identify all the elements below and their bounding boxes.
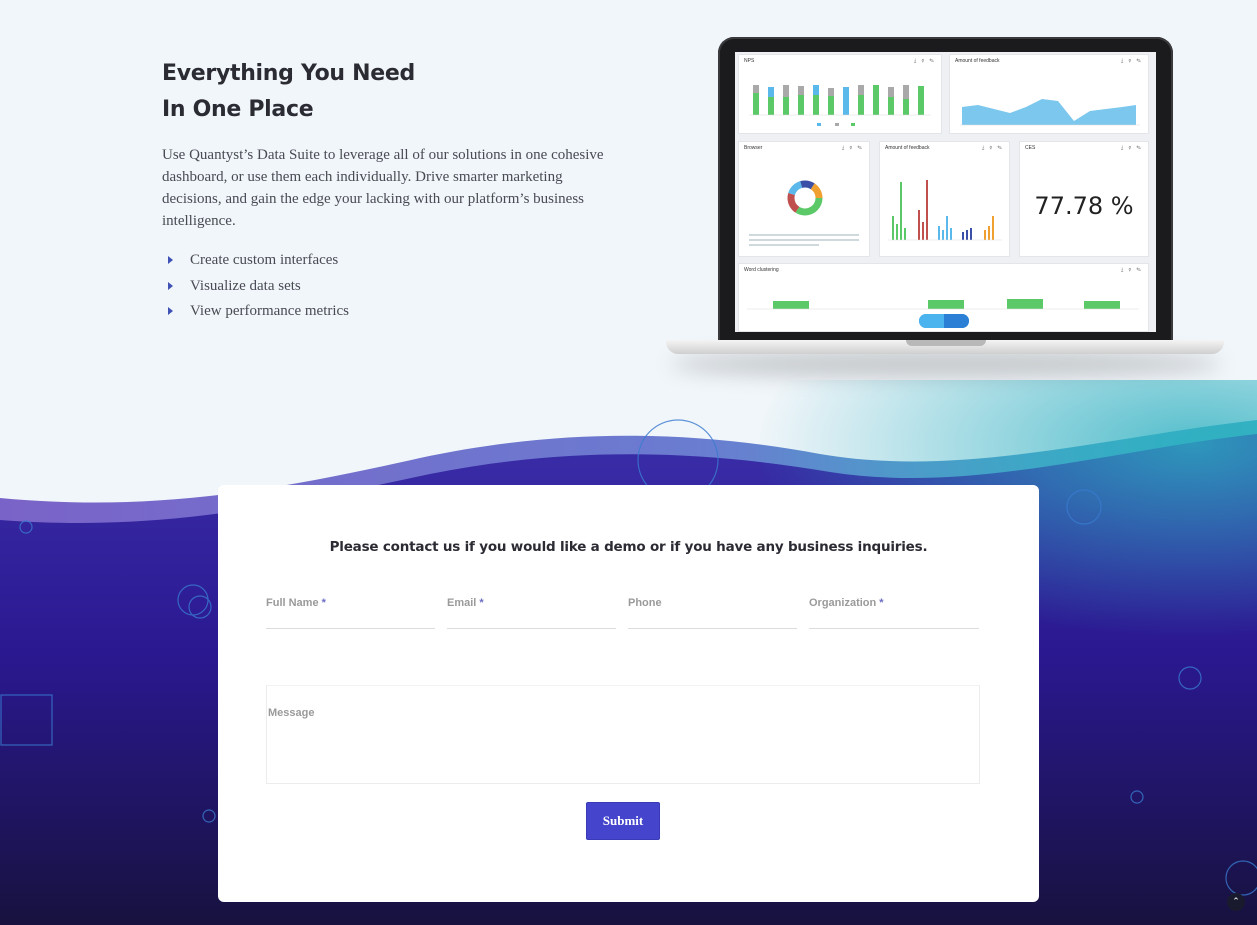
dashboard-screenshot: NPS ⤓ ⚲ ✎ Amount of feedback ⤓ ⚲ ✎ Brows…	[735, 52, 1156, 332]
caret-right-icon	[168, 256, 173, 264]
caret-right-icon	[168, 281, 173, 290]
feedback-bar-panel: Amount of feedback ⤓ ⚲ ✎	[879, 141, 1010, 257]
fab-left	[919, 314, 944, 328]
required-marker: *	[321, 597, 326, 609]
ces-panel: CES ⤓ ⚲ ✎ 77.78 %	[1019, 141, 1149, 257]
submit-button[interactable]: Submit	[586, 802, 660, 840]
fab-right	[944, 314, 969, 328]
feedback-area-panel: Amount of feedback ⤓ ⚲ ✎	[949, 54, 1149, 134]
message-textarea[interactable]: Message	[266, 685, 980, 784]
feature-item: View performance metrics	[162, 300, 349, 326]
organization-label: Organization	[809, 597, 877, 609]
phone-field[interactable]: Phone	[628, 597, 797, 629]
required-marker: *	[879, 597, 884, 609]
dashboard-action-toggle	[919, 314, 969, 328]
feedback-area-chart	[960, 99, 1140, 126]
hero-title: Everything You Need In One Place	[162, 56, 582, 128]
hero-description: Use Quantyst’s Data Suite to leverage al…	[162, 147, 604, 229]
browser-donut-chart	[749, 180, 859, 246]
hero-title-line-2: In One Place	[162, 97, 314, 122]
feature-label: Create custom interfaces	[190, 252, 339, 268]
email-label: Email	[447, 597, 477, 609]
feature-label: Visualize data sets	[190, 277, 301, 294]
laptop-shadow	[670, 350, 1222, 378]
nps-stacked-bars	[749, 85, 931, 126]
feature-item: Visualize data sets	[162, 275, 349, 301]
organization-field[interactable]: Organization *	[809, 597, 979, 629]
hero-title-line-1: Everything You Need	[162, 61, 415, 86]
feature-label: View performance metrics	[190, 303, 350, 319]
contact-form-heading: Please contact us if you would like a de…	[329, 539, 928, 555]
caret-right-icon	[168, 307, 173, 315]
nps-panel: NPS ⤓ ⚲ ✎	[738, 54, 942, 134]
feedback-area-shape	[962, 99, 1136, 125]
message-label: Message	[268, 707, 315, 719]
email-field[interactable]: Email *	[447, 597, 616, 629]
full-name-field[interactable]: Full Name *	[266, 597, 435, 629]
ces-metric-value: 77.78 %	[1034, 192, 1134, 220]
full-name-label: Full Name	[266, 597, 319, 609]
browser-panel: Browser ⤓ ⚲ ✎	[738, 141, 870, 257]
laptop-notch	[906, 340, 986, 346]
contact-form-card: Please contact us if you would like a de…	[218, 485, 1039, 902]
phone-label: Phone	[628, 597, 662, 609]
feature-list: Create custom interfaces Visualize data …	[162, 249, 349, 326]
feedback-bar-chart	[888, 180, 1002, 241]
scroll-to-top-icon[interactable]: ⌃	[1227, 893, 1245, 911]
required-marker: *	[479, 597, 484, 609]
panel-title: CES	[1025, 145, 1036, 151]
nps-bars	[753, 85, 924, 115]
panel-tools: ⤓ ⚲ ✎	[1120, 145, 1143, 151]
feature-item: Create custom interfaces	[162, 249, 349, 275]
